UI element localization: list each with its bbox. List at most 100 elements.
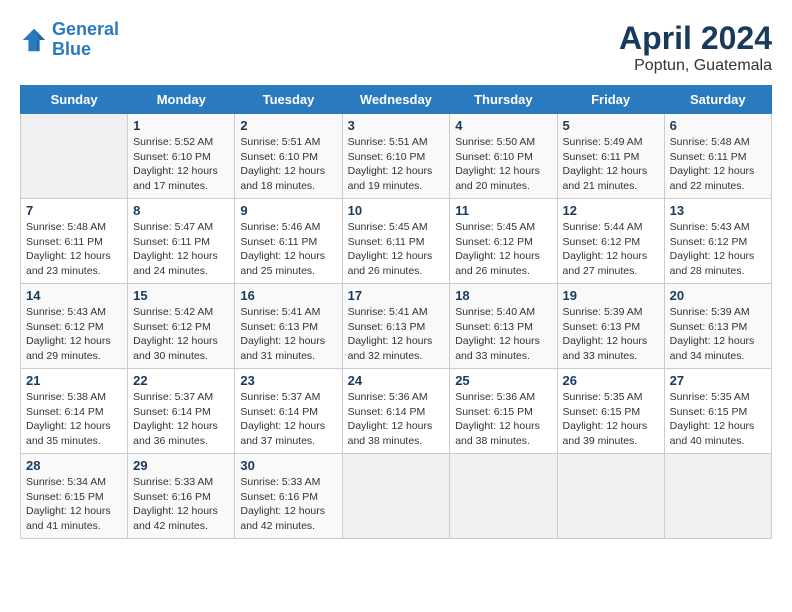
logo-icon	[20, 26, 48, 54]
calendar-cell: 6 Sunrise: 5:48 AMSunset: 6:11 PMDaylight…	[664, 114, 771, 199]
calendar-cell: 16 Sunrise: 5:41 AMSunset: 6:13 PMDayligh…	[235, 284, 342, 369]
calendar-cell: 9 Sunrise: 5:46 AMSunset: 6:11 PMDaylight…	[235, 199, 342, 284]
day-info: Sunrise: 5:50 AMSunset: 6:10 PMDaylight:…	[455, 135, 551, 194]
day-info: Sunrise: 5:35 AMSunset: 6:15 PMDaylight:…	[670, 390, 766, 449]
col-header-saturday: Saturday	[664, 86, 771, 114]
day-info: Sunrise: 5:49 AMSunset: 6:11 PMDaylight:…	[563, 135, 659, 194]
calendar-cell: 13Sunrise: 5:43 AMSunset: 6:12 PMDayligh…	[664, 199, 771, 284]
day-info: Sunrise: 5:42 AMSunset: 6:12 PMDaylight:…	[133, 305, 229, 364]
day-info: Sunrise: 5:41 AMSunset: 6:13 PMDaylight:…	[348, 305, 445, 364]
calendar-cell: 24 Sunrise: 5:36 AMSunset: 6:14 PMDayligh…	[342, 369, 450, 454]
day-info: Sunrise: 5:36 AMSunset: 6:14 PMDaylight:…	[348, 390, 445, 449]
calendar-cell: 15 Sunrise: 5:42 AMSunset: 6:12 PMDayligh…	[128, 284, 235, 369]
calendar-cell	[450, 454, 557, 539]
day-number: 6	[670, 118, 766, 133]
day-number: 24	[348, 373, 445, 388]
calendar-cell: 12 Sunrise: 5:44 AMSunset: 6:12 PMDayligh…	[557, 199, 664, 284]
day-info: Sunrise: 5:36 AMSunset: 6:15 PMDaylight:…	[455, 390, 551, 449]
calendar-cell: 8Sunrise: 5:47 AMSunset: 6:11 PMDaylight…	[128, 199, 235, 284]
calendar-cell: 19Sunrise: 5:39 AMSunset: 6:13 PMDayligh…	[557, 284, 664, 369]
title-block: April 2024 Poptun, Guatemala	[619, 20, 772, 75]
day-info: Sunrise: 5:41 AMSunset: 6:13 PMDaylight:…	[240, 305, 336, 364]
calendar-cell: 17 Sunrise: 5:41 AMSunset: 6:13 PMDayligh…	[342, 284, 450, 369]
day-number: 29	[133, 458, 229, 473]
day-number: 3	[348, 118, 445, 133]
day-info: Sunrise: 5:40 AMSunset: 6:13 PMDaylight:…	[455, 305, 551, 364]
calendar-cell	[664, 454, 771, 539]
day-number: 5	[563, 118, 659, 133]
location-subtitle: Poptun, Guatemala	[619, 57, 772, 75]
day-info: Sunrise: 5:35 AMSunset: 6:15 PMDaylight:…	[563, 390, 659, 449]
day-number: 4	[455, 118, 551, 133]
calendar-cell: 18 Sunrise: 5:40 AMSunset: 6:13 PMDayligh…	[450, 284, 557, 369]
day-info: Sunrise: 5:39 AMSunset: 6:13 PMDaylight:…	[670, 305, 766, 364]
col-header-monday: Monday	[128, 86, 235, 114]
day-number: 7	[26, 203, 122, 218]
calendar-cell: 3 Sunrise: 5:51 AMSunset: 6:10 PMDaylight…	[342, 114, 450, 199]
day-number: 21	[26, 373, 122, 388]
day-number: 9	[240, 203, 336, 218]
day-number: 20	[670, 288, 766, 303]
calendar-cell: 26 Sunrise: 5:35 AMSunset: 6:15 PMDayligh…	[557, 369, 664, 454]
calendar-table: SundayMondayTuesdayWednesdayThursdayFrid…	[20, 85, 772, 539]
page-header: General Blue April 2024 Poptun, Guatemal…	[20, 20, 772, 75]
day-number: 2	[240, 118, 336, 133]
calendar-cell: 21Sunrise: 5:38 AMSunset: 6:14 PMDayligh…	[21, 369, 128, 454]
calendar-cell	[557, 454, 664, 539]
day-number: 22	[133, 373, 229, 388]
day-info: Sunrise: 5:44 AMSunset: 6:12 PMDaylight:…	[563, 220, 659, 279]
day-info: Sunrise: 5:46 AMSunset: 6:11 PMDaylight:…	[240, 220, 336, 279]
calendar-cell: 2 Sunrise: 5:51 AMSunset: 6:10 PMDaylight…	[235, 114, 342, 199]
day-number: 15	[133, 288, 229, 303]
calendar-week-3: 14Sunrise: 5:43 AMSunset: 6:12 PMDayligh…	[21, 284, 772, 369]
day-number: 1	[133, 118, 229, 133]
day-number: 17	[348, 288, 445, 303]
calendar-cell: 25Sunrise: 5:36 AMSunset: 6:15 PMDayligh…	[450, 369, 557, 454]
calendar-header: SundayMondayTuesdayWednesdayThursdayFrid…	[21, 86, 772, 114]
calendar-cell: 20 Sunrise: 5:39 AMSunset: 6:13 PMDayligh…	[664, 284, 771, 369]
calendar-cell: 10 Sunrise: 5:45 AMSunset: 6:11 PMDayligh…	[342, 199, 450, 284]
day-info: Sunrise: 5:33 AMSunset: 6:16 PMDaylight:…	[133, 475, 229, 534]
day-number: 23	[240, 373, 336, 388]
day-info: Sunrise: 5:51 AMSunset: 6:10 PMDaylight:…	[348, 135, 445, 194]
day-number: 12	[563, 203, 659, 218]
day-info: Sunrise: 5:51 AMSunset: 6:10 PMDaylight:…	[240, 135, 336, 194]
day-info: Sunrise: 5:52 AMSunset: 6:10 PMDaylight:…	[133, 135, 229, 194]
day-info: Sunrise: 5:39 AMSunset: 6:13 PMDaylight:…	[563, 305, 659, 364]
day-number: 16	[240, 288, 336, 303]
day-number: 28	[26, 458, 122, 473]
calendar-week-4: 21Sunrise: 5:38 AMSunset: 6:14 PMDayligh…	[21, 369, 772, 454]
calendar-cell: 7 Sunrise: 5:48 AMSunset: 6:11 PMDaylight…	[21, 199, 128, 284]
day-info: Sunrise: 5:48 AMSunset: 6:11 PMDaylight:…	[26, 220, 122, 279]
day-info: Sunrise: 5:45 AMSunset: 6:12 PMDaylight:…	[455, 220, 551, 279]
month-title: April 2024	[619, 20, 772, 57]
day-info: Sunrise: 5:48 AMSunset: 6:11 PMDaylight:…	[670, 135, 766, 194]
calendar-cell: 29 Sunrise: 5:33 AMSunset: 6:16 PMDayligh…	[128, 454, 235, 539]
day-number: 11	[455, 203, 551, 218]
calendar-cell: 28 Sunrise: 5:34 AMSunset: 6:15 PMDayligh…	[21, 454, 128, 539]
col-header-wednesday: Wednesday	[342, 86, 450, 114]
calendar-week-2: 7 Sunrise: 5:48 AMSunset: 6:11 PMDaylight…	[21, 199, 772, 284]
day-info: Sunrise: 5:47 AMSunset: 6:11 PMDaylight:…	[133, 220, 229, 279]
calendar-cell	[342, 454, 450, 539]
logo: General Blue	[20, 20, 119, 60]
day-info: Sunrise: 5:45 AMSunset: 6:11 PMDaylight:…	[348, 220, 445, 279]
day-number: 18	[455, 288, 551, 303]
day-number: 27	[670, 373, 766, 388]
day-number: 10	[348, 203, 445, 218]
calendar-cell: 1 Sunrise: 5:52 AMSunset: 6:10 PMDaylight…	[128, 114, 235, 199]
day-info: Sunrise: 5:37 AMSunset: 6:14 PMDaylight:…	[133, 390, 229, 449]
day-info: Sunrise: 5:43 AMSunset: 6:12 PMDaylight:…	[670, 220, 766, 279]
day-info: Sunrise: 5:33 AMSunset: 6:16 PMDaylight:…	[240, 475, 336, 534]
day-number: 14	[26, 288, 122, 303]
calendar-cell: 4 Sunrise: 5:50 AMSunset: 6:10 PMDaylight…	[450, 114, 557, 199]
calendar-cell: 23Sunrise: 5:37 AMSunset: 6:14 PMDayligh…	[235, 369, 342, 454]
calendar-week-5: 28 Sunrise: 5:34 AMSunset: 6:15 PMDayligh…	[21, 454, 772, 539]
calendar-cell: 30Sunrise: 5:33 AMSunset: 6:16 PMDayligh…	[235, 454, 342, 539]
calendar-cell: 22 Sunrise: 5:37 AMSunset: 6:14 PMDayligh…	[128, 369, 235, 454]
col-header-thursday: Thursday	[450, 86, 557, 114]
day-info: Sunrise: 5:34 AMSunset: 6:15 PMDaylight:…	[26, 475, 122, 534]
day-number: 26	[563, 373, 659, 388]
calendar-cell: 5 Sunrise: 5:49 AMSunset: 6:11 PMDaylight…	[557, 114, 664, 199]
col-header-sunday: Sunday	[21, 86, 128, 114]
